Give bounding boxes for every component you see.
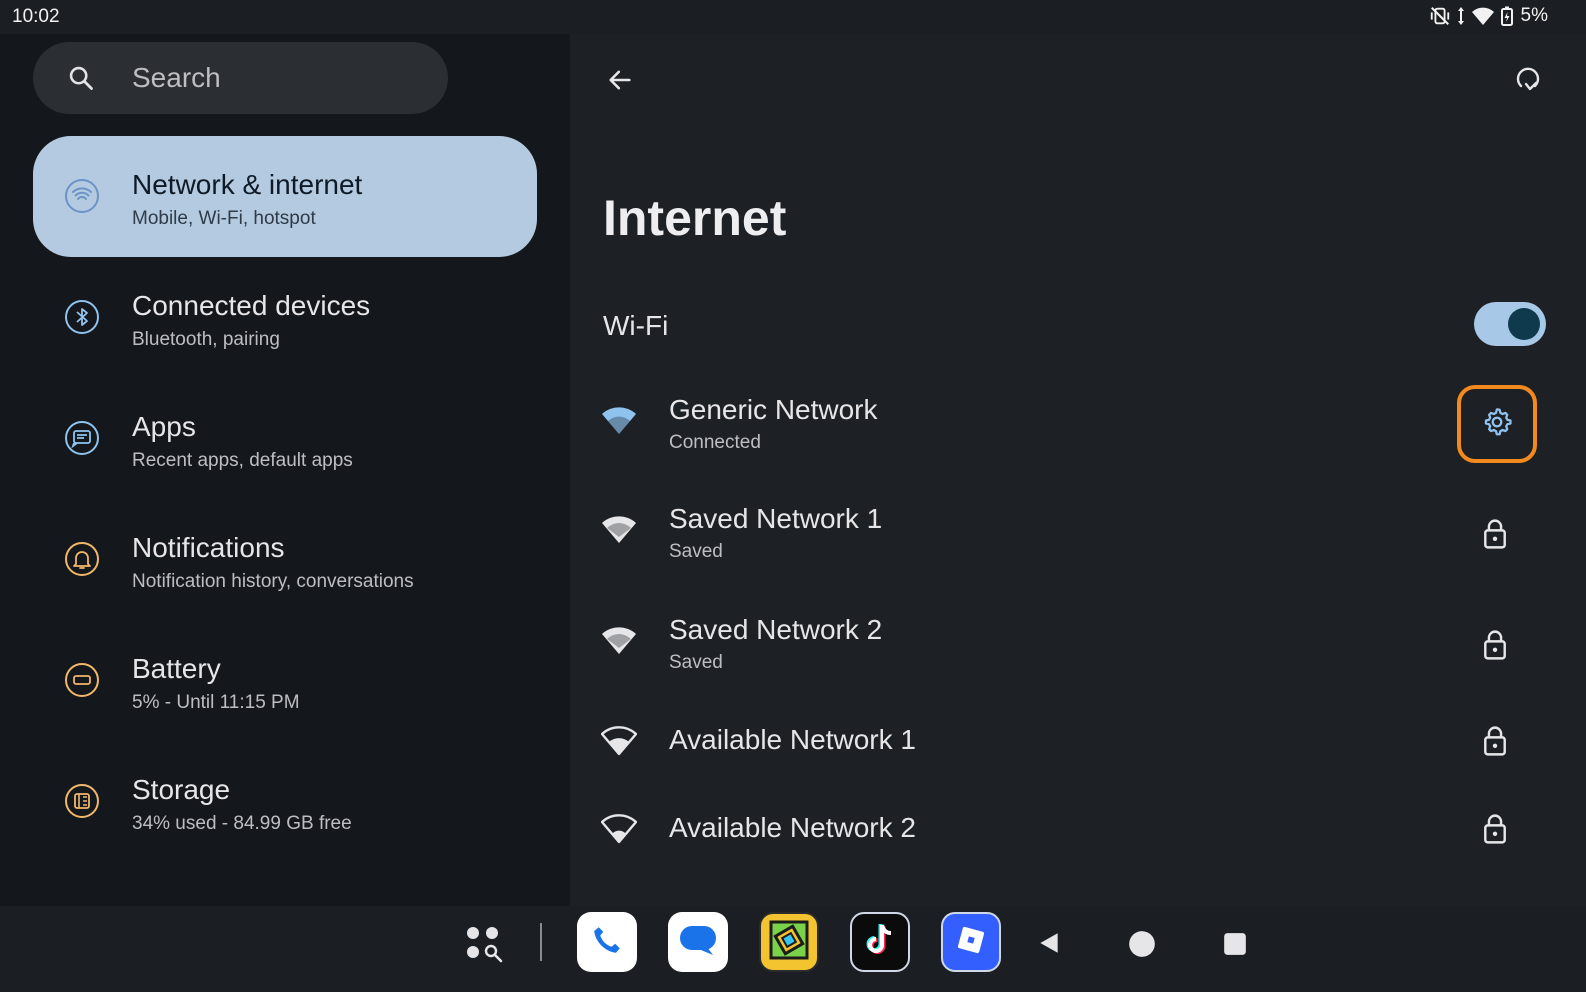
search-icon bbox=[67, 64, 95, 97]
sidebar-item-title: Storage bbox=[132, 774, 231, 805]
apps-icon bbox=[64, 420, 100, 456]
sidebar-item-subtitle: Recent apps, default apps bbox=[132, 450, 353, 471]
data-arrows-icon bbox=[1457, 6, 1465, 26]
status-time: 10:02 bbox=[12, 6, 60, 27]
battery-icon bbox=[1500, 6, 1513, 26]
storage-icon bbox=[64, 783, 100, 819]
bluetooth-icon bbox=[64, 299, 100, 335]
network-status: Saved bbox=[669, 652, 723, 673]
app-drawer-icon bbox=[462, 927, 506, 970]
internet-page: Internet Wi-Fi Generic Network Connected… bbox=[570, 34, 1586, 906]
messages-app[interactable] bbox=[668, 912, 728, 972]
network-status: Connected bbox=[669, 432, 761, 453]
sidebar-item-apps[interactable]: Apps Recent apps, default apps bbox=[33, 378, 537, 499]
geometry-dash-icon bbox=[765, 916, 813, 969]
tiktok-icon bbox=[862, 921, 898, 964]
gear-icon bbox=[1481, 406, 1513, 443]
status-icons: 5% bbox=[1429, 5, 1548, 27]
page-title: Internet bbox=[603, 190, 787, 246]
sidebar-item-storage[interactable]: Storage 34% used - 84.99 GB free bbox=[33, 741, 537, 862]
geometry-dash-app[interactable] bbox=[759, 912, 819, 972]
network-item-available-1[interactable]: Available Network 1 bbox=[570, 704, 1586, 794]
tiktok-app[interactable] bbox=[850, 912, 910, 972]
wifi-label: Wi-Fi bbox=[603, 310, 669, 341]
network-status: Saved bbox=[669, 541, 723, 562]
network-name: Available Network 2 bbox=[669, 812, 916, 843]
lock-icon bbox=[1480, 517, 1510, 556]
arrow-left-icon bbox=[606, 66, 634, 99]
lock-icon bbox=[1480, 628, 1510, 667]
help-feedback-icon bbox=[1512, 62, 1544, 99]
toggle-knob bbox=[1508, 308, 1540, 340]
network-item-available-2[interactable]: Available Network 2 bbox=[570, 794, 1586, 884]
nav-back-button[interactable] bbox=[1036, 930, 1062, 961]
wifi-signal-icon bbox=[600, 814, 638, 849]
wifi-toggle[interactable] bbox=[1474, 302, 1546, 346]
roblox-app[interactable] bbox=[941, 912, 1001, 972]
network-name: Saved Network 2 bbox=[669, 614, 883, 645]
network-name: Saved Network 1 bbox=[669, 503, 883, 534]
sidebar-item-subtitle: Bluetooth, pairing bbox=[132, 329, 280, 350]
sidebar-item-title: Network & internet bbox=[132, 169, 363, 200]
search-input[interactable] bbox=[132, 60, 422, 96]
lock-icon bbox=[1480, 812, 1510, 851]
sidebar-item-title: Battery bbox=[132, 653, 221, 684]
home-icon bbox=[1128, 931, 1156, 962]
sidebar-item-subtitle: Notification history, conversations bbox=[132, 571, 414, 592]
battery-icon bbox=[64, 662, 100, 698]
sidebar-item-subtitle: 5% - Until 11:15 PM bbox=[132, 692, 300, 713]
battery-percent: 5% bbox=[1520, 5, 1548, 26]
wifi-signal-icon bbox=[601, 406, 637, 441]
settings-sidebar: Network & internet Mobile, Wi-Fi, hotspo… bbox=[0, 34, 570, 906]
sidebar-item-battery[interactable]: Battery 5% - Until 11:15 PM bbox=[33, 620, 537, 741]
network-settings-button[interactable] bbox=[1457, 385, 1537, 463]
back-button[interactable] bbox=[600, 62, 640, 102]
lock-icon bbox=[1480, 724, 1510, 763]
taskbar-divider bbox=[540, 923, 542, 961]
recents-icon bbox=[1222, 933, 1248, 961]
wifi-signal-icon bbox=[600, 726, 638, 761]
wifi-signal-icon bbox=[601, 626, 637, 661]
sidebar-item-connected-devices[interactable]: Connected devices Bluetooth, pairing bbox=[33, 257, 537, 378]
sidebar-item-subtitle: 34% used - 84.99 GB free bbox=[132, 813, 352, 834]
search-bar[interactable] bbox=[33, 42, 448, 114]
bell-icon bbox=[64, 541, 100, 577]
sidebar-item-notifications[interactable]: Notifications Notification history, conv… bbox=[33, 499, 537, 620]
network-item-generic[interactable]: Generic Network Connected bbox=[570, 384, 1586, 474]
sidebar-item-network[interactable]: Network & internet Mobile, Wi-Fi, hotspo… bbox=[33, 136, 537, 257]
sidebar-item-title: Connected devices bbox=[132, 290, 371, 321]
app-drawer-button[interactable] bbox=[462, 922, 506, 971]
back-icon bbox=[1036, 933, 1062, 960]
network-item-saved-2[interactable]: Saved Network 2 Saved bbox=[570, 604, 1586, 694]
network-name: Generic Network bbox=[669, 394, 878, 425]
nav-recents-button[interactable] bbox=[1222, 931, 1248, 962]
vibrate-off-icon bbox=[1429, 5, 1451, 27]
help-button[interactable] bbox=[1508, 60, 1548, 100]
messages-icon bbox=[677, 921, 719, 964]
status-bar: 10:02 5% bbox=[0, 0, 1586, 34]
wifi-signal-icon bbox=[601, 515, 637, 550]
network-item-saved-1[interactable]: Saved Network 1 Saved bbox=[570, 493, 1586, 583]
sidebar-item-title: Notifications bbox=[132, 532, 285, 563]
taskbar bbox=[0, 906, 1586, 992]
phone-icon bbox=[589, 922, 625, 963]
wifi-icon bbox=[1471, 6, 1495, 26]
nav-home-button[interactable] bbox=[1128, 930, 1156, 963]
roblox-icon bbox=[953, 922, 989, 963]
network-name: Available Network 1 bbox=[669, 724, 916, 755]
wifi-icon bbox=[64, 178, 100, 214]
sidebar-item-subtitle: Mobile, Wi-Fi, hotspot bbox=[132, 208, 316, 229]
sidebar-item-title: Apps bbox=[132, 411, 196, 442]
phone-app[interactable] bbox=[577, 912, 637, 972]
